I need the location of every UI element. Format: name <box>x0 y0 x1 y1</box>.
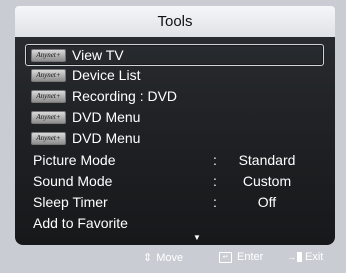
exit-label: Exit <box>305 251 324 263</box>
tools-title: Tools <box>157 13 193 30</box>
menu-item-view-tv[interactable]: Anynet+ View TV <box>25 44 324 66</box>
setting-separator: : <box>213 194 217 210</box>
menu-item-label: Add to Favorite <box>33 215 128 231</box>
setting-sound-mode[interactable]: Sound Mode : Custom <box>26 171 323 191</box>
anynet-icon: Anynet+ <box>31 110 66 124</box>
menu-item-device-list[interactable]: Anynet+ Device List <box>26 65 323 85</box>
setting-value: Standard <box>238 152 296 168</box>
setting-label: Sleep Timer <box>33 194 108 210</box>
anynet-icon: Anynet+ <box>31 48 66 62</box>
menu-item-recording-dvd[interactable]: Anynet+ Recording : DVD <box>26 86 323 106</box>
menu-item-label: View TV <box>72 47 124 63</box>
setting-sleep-timer[interactable]: Sleep Timer : Off <box>26 192 323 212</box>
setting-separator: : <box>213 152 217 168</box>
anynet-icon: Anynet+ <box>31 131 66 145</box>
setting-label: Picture Mode <box>33 152 116 168</box>
menu-item-add-to-favorite[interactable]: Add to Favorite <box>26 213 323 233</box>
enter-label: Enter <box>237 251 264 263</box>
footer-hints: ⇕ Move ↵ Enter → Exit <box>15 247 335 269</box>
exit-icon: → <box>287 252 302 262</box>
setting-label: Sound Mode <box>33 173 113 189</box>
menu-item-label: DVD Menu <box>72 130 141 146</box>
footer-exit-hint: → Exit <box>287 251 323 263</box>
move-arrows-icon: ⇕ <box>143 252 153 264</box>
setting-picture-mode[interactable]: Picture Mode : Standard <box>26 150 323 170</box>
enter-icon: ↵ <box>219 251 232 263</box>
menu-item-label: Recording : DVD <box>72 88 178 104</box>
anynet-icon: Anynet+ <box>31 89 66 103</box>
setting-value: Custom <box>242 173 292 189</box>
menu-item-dvd-menu-1[interactable]: Anynet+ DVD Menu <box>26 107 323 127</box>
move-label: Move <box>156 251 184 264</box>
menu-item-label: Device List <box>72 67 141 83</box>
tools-header: Tools <box>15 6 335 37</box>
footer-enter-hint: ↵ Enter <box>219 251 263 263</box>
menu-item-dvd-menu-2[interactable]: Anynet+ DVD Menu <box>26 128 323 148</box>
menu-item-label: DVD Menu <box>72 109 141 125</box>
setting-separator: : <box>213 173 217 189</box>
footer-move-hint: ⇕ Move <box>143 251 184 265</box>
setting-value: Off <box>257 194 277 210</box>
anynet-icon: Anynet+ <box>31 68 66 82</box>
scroll-down-arrow-icon[interactable]: ▼ <box>193 233 201 242</box>
tools-menu-panel: Anynet+ View TV Anynet+ Device List Anyn… <box>15 37 335 245</box>
